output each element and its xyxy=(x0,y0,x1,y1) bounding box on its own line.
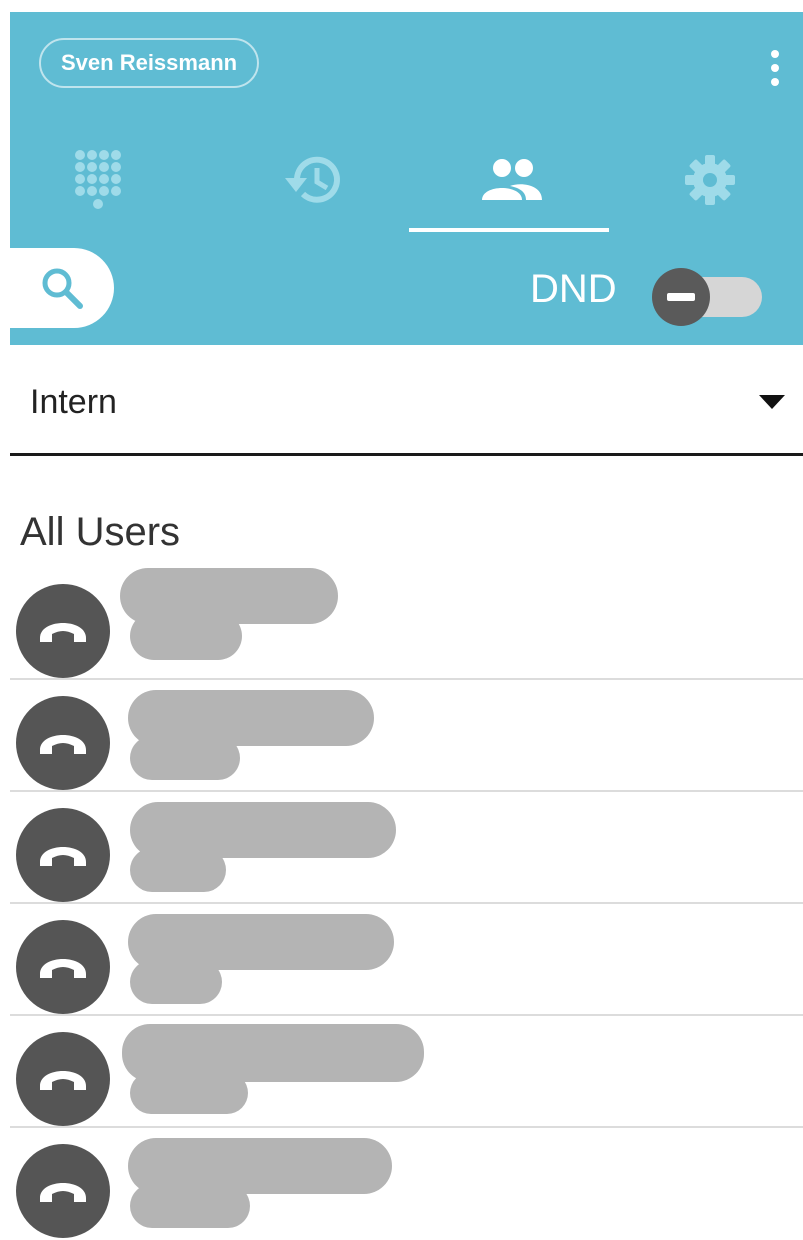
group-filter-select[interactable]: Intern xyxy=(10,350,803,456)
active-tab-indicator xyxy=(409,228,609,232)
list-item[interactable] xyxy=(10,904,803,1016)
app-header: Sven Reissmann DND xyxy=(10,12,803,345)
list-item[interactable] xyxy=(10,1016,803,1128)
dnd-label: DND xyxy=(530,267,617,311)
gear-icon xyxy=(685,155,735,205)
redaction xyxy=(130,736,240,780)
redaction xyxy=(130,1072,248,1114)
search-icon xyxy=(42,268,83,309)
user-chip[interactable]: Sven Reissmann xyxy=(39,38,260,88)
list-item[interactable] xyxy=(10,680,803,792)
hangup-phone-icon xyxy=(16,1144,110,1238)
hangup-phone-icon xyxy=(16,584,110,678)
hangup-phone-icon xyxy=(16,808,110,902)
tab-contacts[interactable] xyxy=(472,140,552,220)
tab-settings[interactable] xyxy=(670,140,750,220)
contact-list xyxy=(10,568,803,1240)
search-button[interactable] xyxy=(10,248,114,328)
group-filter-value: Intern xyxy=(30,383,117,421)
hangup-phone-icon xyxy=(16,920,110,1014)
hangup-phone-icon xyxy=(16,696,110,790)
dropdown-caret-icon xyxy=(759,395,785,409)
redaction xyxy=(130,1184,250,1228)
redaction xyxy=(130,612,242,660)
hangup-phone-icon xyxy=(16,1032,110,1126)
minus-icon xyxy=(667,293,695,301)
list-item[interactable] xyxy=(10,792,803,904)
history-icon xyxy=(285,156,340,203)
list-item[interactable] xyxy=(10,568,803,680)
dialpad-icon xyxy=(75,150,121,209)
more-options-icon[interactable] xyxy=(769,50,781,86)
redaction xyxy=(130,960,222,1004)
tab-dialpad[interactable] xyxy=(58,140,138,220)
list-item[interactable] xyxy=(10,1128,803,1240)
contacts-icon xyxy=(482,159,542,200)
tab-history[interactable] xyxy=(272,140,352,220)
redaction xyxy=(130,848,226,892)
section-title: All Users xyxy=(20,510,181,554)
dnd-toggle-knob[interactable] xyxy=(652,268,710,326)
